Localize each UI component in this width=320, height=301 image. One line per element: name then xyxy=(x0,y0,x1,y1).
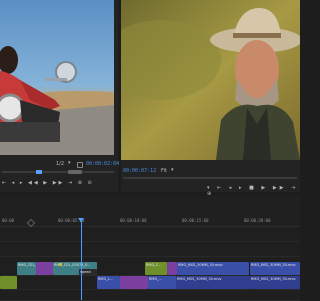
ruler-label: 00:00:10:00 xyxy=(120,218,147,223)
timeline-ruler[interactable]: 00:00 00:00:05:00 00:00:10:00 00:00:15:0… xyxy=(0,196,300,228)
playhead-handle-icon[interactable] xyxy=(78,218,84,222)
ruler-label: 00:00 xyxy=(2,218,15,223)
clip[interactable]: RMG_MSS_30MM_30.mov xyxy=(177,262,249,275)
track-a1[interactable] xyxy=(0,290,300,301)
chevron-down-icon[interactable]: ▾ xyxy=(171,167,174,173)
track-v2[interactable]: RMG_CEL_0... RMG_CEL_00073_0... RMG_C...… xyxy=(0,262,300,276)
marker-icon[interactable] xyxy=(26,218,36,228)
clip[interactable]: RMG_MSS_30MM_30.mov xyxy=(250,262,300,275)
source-playhead-marker[interactable] xyxy=(36,170,42,174)
clip[interactable] xyxy=(167,262,177,275)
clip[interactable] xyxy=(0,276,17,289)
settings-icon[interactable] xyxy=(77,162,83,168)
clip[interactable]: RMG_... xyxy=(148,276,176,289)
source-transport-bar: 1/2 ▾ 00:00:02:04 ⇤ ◂ ▸ ◀◀ ▶ ▶▶ ⇥ ⊕ ⊖ xyxy=(0,158,120,192)
clip[interactable]: RMG_CEL_0... xyxy=(17,262,36,275)
clip[interactable]: RMG_MSS_30MM_30.mov xyxy=(250,276,300,289)
source-zoom-select[interactable]: 1/2 xyxy=(56,161,64,167)
source-scrub-bar[interactable] xyxy=(2,171,114,173)
program-frame-image xyxy=(121,0,300,160)
timeline-playhead[interactable] xyxy=(81,218,82,300)
source-video-frame[interactable] xyxy=(0,0,114,155)
clip[interactable]: RMG_C... xyxy=(145,262,167,275)
program-monitor-panel: 00:00:07:12 Fit ▾ ▾ ⇤ ◂ ▸ ■ ▶ ▶▶ ⇥ ⊕ xyxy=(121,0,300,197)
track-v3[interactable] xyxy=(0,242,300,257)
timeline-panel: 00:00 00:00:05:00 00:00:10:00 00:00:15:0… xyxy=(0,196,300,301)
clip[interactable]: RMG_MSS_30MM_30.mov xyxy=(176,276,250,289)
clip[interactable] xyxy=(36,262,53,275)
program-timecode: 00:00:07:12 xyxy=(123,168,157,174)
ruler-label: 00:00:15:00 xyxy=(182,218,209,223)
track-v1[interactable]: speed RMG_L... RMG_... RMG_MSS_30MM_30.m… xyxy=(0,269,300,290)
source-frame-image xyxy=(0,0,114,155)
ruler-label: 00:00:20:00 xyxy=(244,218,271,223)
source-transport-buttons[interactable]: ⇤ ◂ ▸ ◀◀ ▶ ▶▶ ⇥ ⊕ ⊖ xyxy=(2,180,94,186)
source-monitor-panel: 1/2 ▾ 00:00:02:04 ⇤ ◂ ▸ ◀◀ ▶ ▶▶ ⇥ ⊕ ⊖ xyxy=(0,0,120,192)
program-zoom-select[interactable]: Fit xyxy=(161,168,167,174)
source-timecode: 00:00:02:04 xyxy=(86,161,120,167)
source-inout-range[interactable] xyxy=(68,170,82,174)
program-scrub-bar[interactable] xyxy=(123,177,297,179)
effect-badge-icon xyxy=(59,263,62,266)
track-v4[interactable] xyxy=(0,227,300,242)
clip[interactable]: RMG_L... xyxy=(97,276,120,289)
program-transport-bar: 00:00:07:12 Fit ▾ ▾ ⇤ ◂ ▸ ■ ▶ ▶▶ ⇥ ⊕ xyxy=(121,160,300,197)
clip[interactable] xyxy=(120,276,148,289)
program-video-frame[interactable] xyxy=(121,0,300,160)
chevron-down-icon[interactable]: ▾ xyxy=(68,160,71,166)
